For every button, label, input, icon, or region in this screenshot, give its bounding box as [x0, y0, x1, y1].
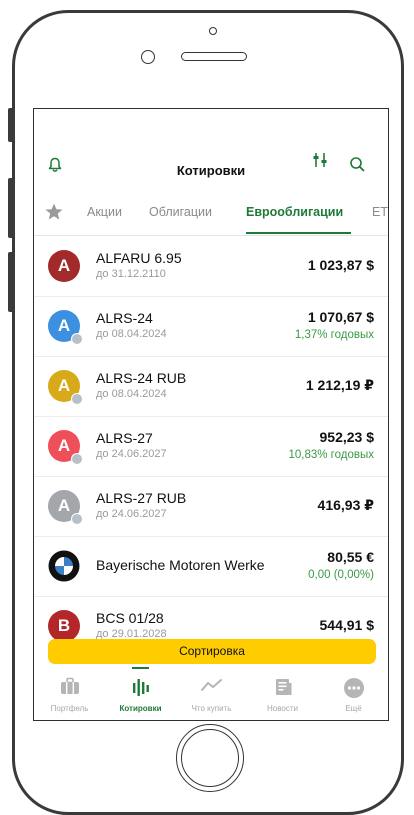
nav-label: Портфель [50, 704, 89, 713]
nav-label: Новости [267, 704, 298, 713]
maturity-date: до 08.04.2024 [96, 328, 167, 340]
instrument-name: ALRS-27 RUB [96, 490, 187, 506]
search-icon[interactable] [349, 156, 365, 172]
maturity-date: до 24.06.2027 [96, 448, 167, 460]
tab-etf[interactable]: ЕТ [372, 205, 388, 219]
bottom-nav: Портфель Котировки Что купить Новости Ещ… [34, 667, 388, 720]
tab-stocks[interactable]: Акции [87, 205, 122, 219]
tab-bonds[interactable]: Облигации [149, 205, 212, 219]
price-change: 0,00 (0,00%) [308, 569, 374, 581]
nav-label: Котировки [119, 704, 162, 713]
bond-badge-icon [71, 393, 83, 405]
price: 1 070,67 $ [307, 309, 374, 325]
phone-volume-up [8, 178, 14, 238]
price: 416,93 ₽ [317, 497, 374, 513]
bmw-logo-icon [48, 550, 80, 582]
instrument-name: Bayerische Motoren Werke [96, 557, 265, 573]
bond-badge-icon [71, 513, 83, 525]
price: 1 212,19 ₽ [305, 377, 374, 393]
maturity-date: до 31.12.2110 [96, 268, 166, 280]
quote-row[interactable]: A ALFARU 6.95 до 31.12.2110 1 023,87 $ [34, 236, 388, 297]
instrument-name: ALRS-24 [96, 310, 153, 326]
instrument-name: ALFARU 6.95 [96, 250, 182, 266]
active-tab-indicator [246, 232, 351, 234]
header: Котировки [34, 109, 388, 191]
quotes-icon [132, 679, 149, 696]
quote-row[interactable]: A ALRS-24 RUB до 08.04.2024 1 212,19 ₽ [34, 356, 388, 417]
instrument-name: ALRS-24 RUB [96, 370, 187, 386]
maturity-date: до 24.06.2027 [96, 508, 167, 520]
tab-bar: Акции Облигации Еврооблигации ЕТ [34, 199, 388, 236]
phone-camera [209, 27, 217, 35]
page-title: Котировки [176, 163, 246, 178]
price: 80,55 € [327, 549, 374, 565]
price: 1 023,87 $ [307, 257, 374, 273]
briefcase-icon [60, 677, 79, 694]
phone-volume-down [8, 252, 14, 312]
trend-icon [200, 679, 222, 691]
bond-badge-icon [71, 333, 83, 345]
price: 544,91 $ [319, 617, 375, 633]
nav-label: Ещё [345, 704, 362, 713]
yield: 1,37% годовых [294, 329, 374, 341]
home-button-ring [181, 729, 239, 787]
sort-button[interactable]: Сортировка [48, 639, 376, 664]
issuer-logo: B [48, 610, 80, 642]
more-icon [343, 678, 364, 698]
nav-label: Что купить [191, 704, 232, 713]
favorites-star-icon[interactable] [44, 202, 64, 222]
app-screen: Котировки Акции Облигации Еврооблигации … [33, 108, 389, 721]
quote-row[interactable]: Bayerische Motoren Werke 80,55 € 0,00 (0… [34, 536, 388, 597]
instrument-name: ALRS-27 [96, 430, 153, 446]
price: 952,23 $ [319, 429, 375, 445]
quote-row[interactable]: A ALRS-27 RUB до 24.06.2027 416,93 ₽ [34, 476, 388, 537]
maturity-date: до 08.04.2024 [96, 388, 167, 400]
quote-row[interactable]: A ALRS-27 до 24.06.2027 952,23 $ 10,83% … [34, 416, 388, 477]
tab-eurobonds[interactable]: Еврооблигации [246, 205, 343, 219]
news-icon [275, 679, 291, 695]
phone-speaker [181, 52, 247, 61]
filter-icon[interactable] [311, 151, 329, 169]
bond-badge-icon [71, 453, 83, 465]
phone-mute-switch [8, 108, 14, 142]
instrument-name: BCS 01/28 [96, 610, 164, 626]
yield: 10,83% годовых [288, 449, 374, 461]
quote-row[interactable]: A ALRS-24 до 08.04.2024 1 070,67 $ 1,37%… [34, 296, 388, 357]
phone-sensor [141, 50, 155, 64]
active-nav-indicator [132, 667, 149, 669]
issuer-logo: A [48, 250, 80, 282]
